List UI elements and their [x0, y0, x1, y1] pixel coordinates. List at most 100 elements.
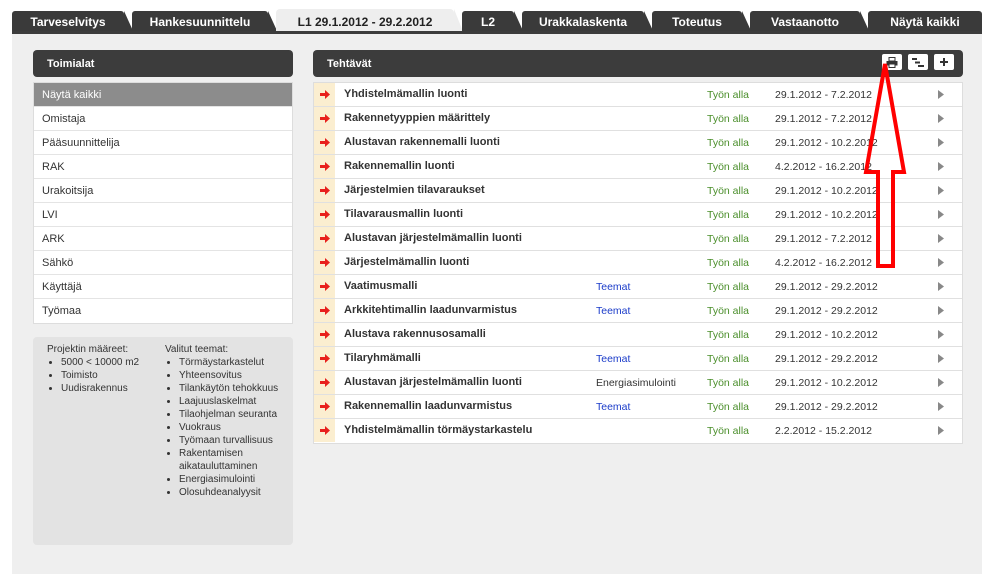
sidebar-item-lvi[interactable]: LVI — [34, 203, 292, 227]
tab-hankesuunnittelu[interactable]: Hankesuunnittelu — [132, 11, 278, 33]
task-name: Alustavan järjestelmämallin luonti — [344, 376, 522, 388]
project-attributes: Projektin määreet: 5000 < 10000 m2 Toimi… — [47, 343, 165, 539]
task-name: Rakennemallin luonti — [344, 160, 455, 172]
task-name: Järjestelmämallin luonti — [344, 256, 470, 268]
red-arrow-icon — [314, 323, 335, 346]
table-row[interactable]: Vaatimusmalli Teemat Työn alla 29.1.2012… — [314, 275, 962, 299]
sidebar-item-kayttaja[interactable]: Käyttäjä — [34, 275, 292, 299]
chevron-right-icon[interactable] — [938, 114, 944, 126]
red-arrow-icon — [314, 251, 335, 274]
task-dates: 29.1.2012 - 10.2.2012 — [775, 329, 878, 341]
tab-label: Hankesuunnittelu — [149, 15, 251, 29]
themes-link[interactable]: Teemat — [596, 305, 630, 317]
chevron-right-icon[interactable] — [938, 258, 944, 270]
red-arrow-icon — [314, 155, 335, 178]
chevron-right-icon[interactable] — [938, 402, 944, 414]
chevron-right-icon[interactable] — [938, 210, 944, 222]
tab-toteutus[interactable]: Toteutus — [652, 11, 752, 33]
task-dates: 4.2.2012 - 16.2.2012 — [775, 257, 872, 269]
project-attributes-title: Projektin määreet: — [47, 344, 129, 355]
chevron-right-icon[interactable] — [938, 282, 944, 294]
add-task-button[interactable] — [934, 54, 954, 70]
task-status: Työn alla — [707, 305, 750, 317]
chevron-right-icon[interactable] — [938, 330, 944, 342]
task-dates: 29.1.2012 - 29.2.2012 — [775, 281, 878, 293]
task-dates: 29.1.2012 - 29.2.2012 — [775, 401, 878, 413]
sidebar-item-tyomaa[interactable]: Työmaa — [34, 299, 292, 323]
tab-label: Tarveselvitys — [30, 15, 106, 29]
annotation-arrow-icon — [863, 63, 907, 268]
task-status: Työn alla — [707, 209, 750, 221]
tab-tarveselvitys[interactable]: Tarveselvitys — [12, 11, 134, 33]
list-item: Vuokraus — [179, 421, 283, 434]
red-arrow-icon — [314, 419, 335, 442]
table-row[interactable]: Rakennemallin laadunvarmistus Teemat Työ… — [314, 395, 962, 419]
gantt-icon — [912, 57, 924, 67]
sidebar-item-paasuunnittelija[interactable]: Pääsuunnittelija — [34, 131, 292, 155]
red-arrow-icon — [314, 227, 335, 250]
sidebar-item-omistaja[interactable]: Omistaja — [34, 107, 292, 131]
themes-link[interactable]: Teemat — [596, 281, 630, 293]
task-status: Työn alla — [707, 257, 750, 269]
tab-vastaanotto[interactable]: Vastaanotto — [750, 11, 870, 33]
table-row[interactable]: Tilaryhmämalli Teemat Työn alla 29.1.201… — [314, 347, 962, 371]
task-name: Tilavarausmallin luonti — [344, 208, 463, 220]
tab-label: Näytä kaikki — [890, 15, 960, 29]
list-item: Tilaohjelman seuranta — [179, 408, 283, 421]
red-arrow-icon — [314, 299, 335, 322]
chevron-right-icon[interactable] — [938, 426, 944, 438]
task-name: Alustava rakennusosamalli — [344, 328, 486, 340]
task-dates: 29.1.2012 - 29.2.2012 — [775, 305, 878, 317]
task-name: Järjestelmien tilavaraukset — [344, 184, 485, 196]
chevron-right-icon[interactable] — [938, 306, 944, 318]
table-row[interactable]: Yhdistelmämallin törmäystarkastelu Työn … — [314, 419, 962, 443]
chevron-right-icon[interactable] — [938, 162, 944, 174]
sidebar-item-ark[interactable]: ARK — [34, 227, 292, 251]
themes-link[interactable]: Teemat — [596, 353, 630, 365]
tab-l2[interactable]: L2 — [462, 11, 524, 33]
task-name: Arkkitehtimallin laadunvarmistus — [344, 304, 517, 316]
tab-label: L1 29.1.2012 - 29.2.2012 — [297, 14, 433, 29]
task-status: Työn alla — [707, 353, 750, 365]
task-status: Työn alla — [707, 401, 750, 413]
task-status: Työn alla — [707, 425, 750, 437]
sidebar-item-urakoitsija[interactable]: Urakoitsija — [34, 179, 292, 203]
sidebar-header: Toimialat — [33, 50, 293, 77]
selected-themes-title: Valitut teemat: — [165, 344, 229, 355]
list-item: Rakentamisen aikatauluttaminen — [179, 447, 283, 473]
list-item: Toimisto — [61, 369, 165, 382]
project-info-box: Projektin määreet: 5000 < 10000 m2 Toimi… — [33, 337, 293, 545]
sidebar-title: Toimialat — [47, 57, 95, 70]
themes-link[interactable]: Teemat — [596, 401, 630, 413]
red-arrow-icon — [314, 107, 335, 130]
chevron-right-icon[interactable] — [938, 138, 944, 150]
chevron-right-icon[interactable] — [938, 378, 944, 390]
chevron-right-icon[interactable] — [938, 90, 944, 102]
chevron-right-icon[interactable] — [938, 234, 944, 246]
task-name: Rakennetyyppien määrittely — [344, 112, 491, 124]
task-status: Työn alla — [707, 161, 750, 173]
sidebar-item-rak[interactable]: RAK — [34, 155, 292, 179]
sidebar-item-label: Omistaja — [42, 112, 86, 125]
table-row[interactable]: Arkkitehtimallin laadunvarmistus Teemat … — [314, 299, 962, 323]
chevron-right-icon[interactable] — [938, 186, 944, 198]
list-item: Olosuhdeanalyysit — [179, 486, 283, 499]
chevron-right-icon[interactable] — [938, 354, 944, 366]
tab-label: L2 — [480, 15, 495, 29]
sidebar-item-sahko[interactable]: Sähkö — [34, 251, 292, 275]
tab-urakkalaskenta[interactable]: Urakkalaskenta — [522, 11, 654, 33]
tab-nayta-kaikki[interactable]: Näytä kaikki — [868, 11, 982, 33]
task-name: Yhdistelmämallin törmäystarkastelu — [344, 424, 533, 436]
sidebar-item-nayta-kaikki[interactable]: Näytä kaikki — [34, 83, 292, 107]
red-arrow-icon — [314, 83, 335, 106]
sidebar-item-label: Urakoitsija — [42, 184, 94, 197]
gantt-view-button[interactable] — [908, 54, 928, 70]
red-arrow-icon — [314, 275, 335, 298]
task-dates: 29.1.2012 - 29.2.2012 — [775, 353, 878, 365]
sidebar-item-label: Käyttäjä — [42, 280, 82, 293]
task-name: Rakennemallin laadunvarmistus — [344, 400, 513, 412]
table-row[interactable]: Alustavan järjestelmämallin luonti Energ… — [314, 371, 962, 395]
list-item: Törmäystarkastelut — [179, 356, 283, 369]
table-row[interactable]: Alustava rakennusosamalli Työn alla 29.1… — [314, 323, 962, 347]
red-arrow-icon — [314, 203, 335, 226]
